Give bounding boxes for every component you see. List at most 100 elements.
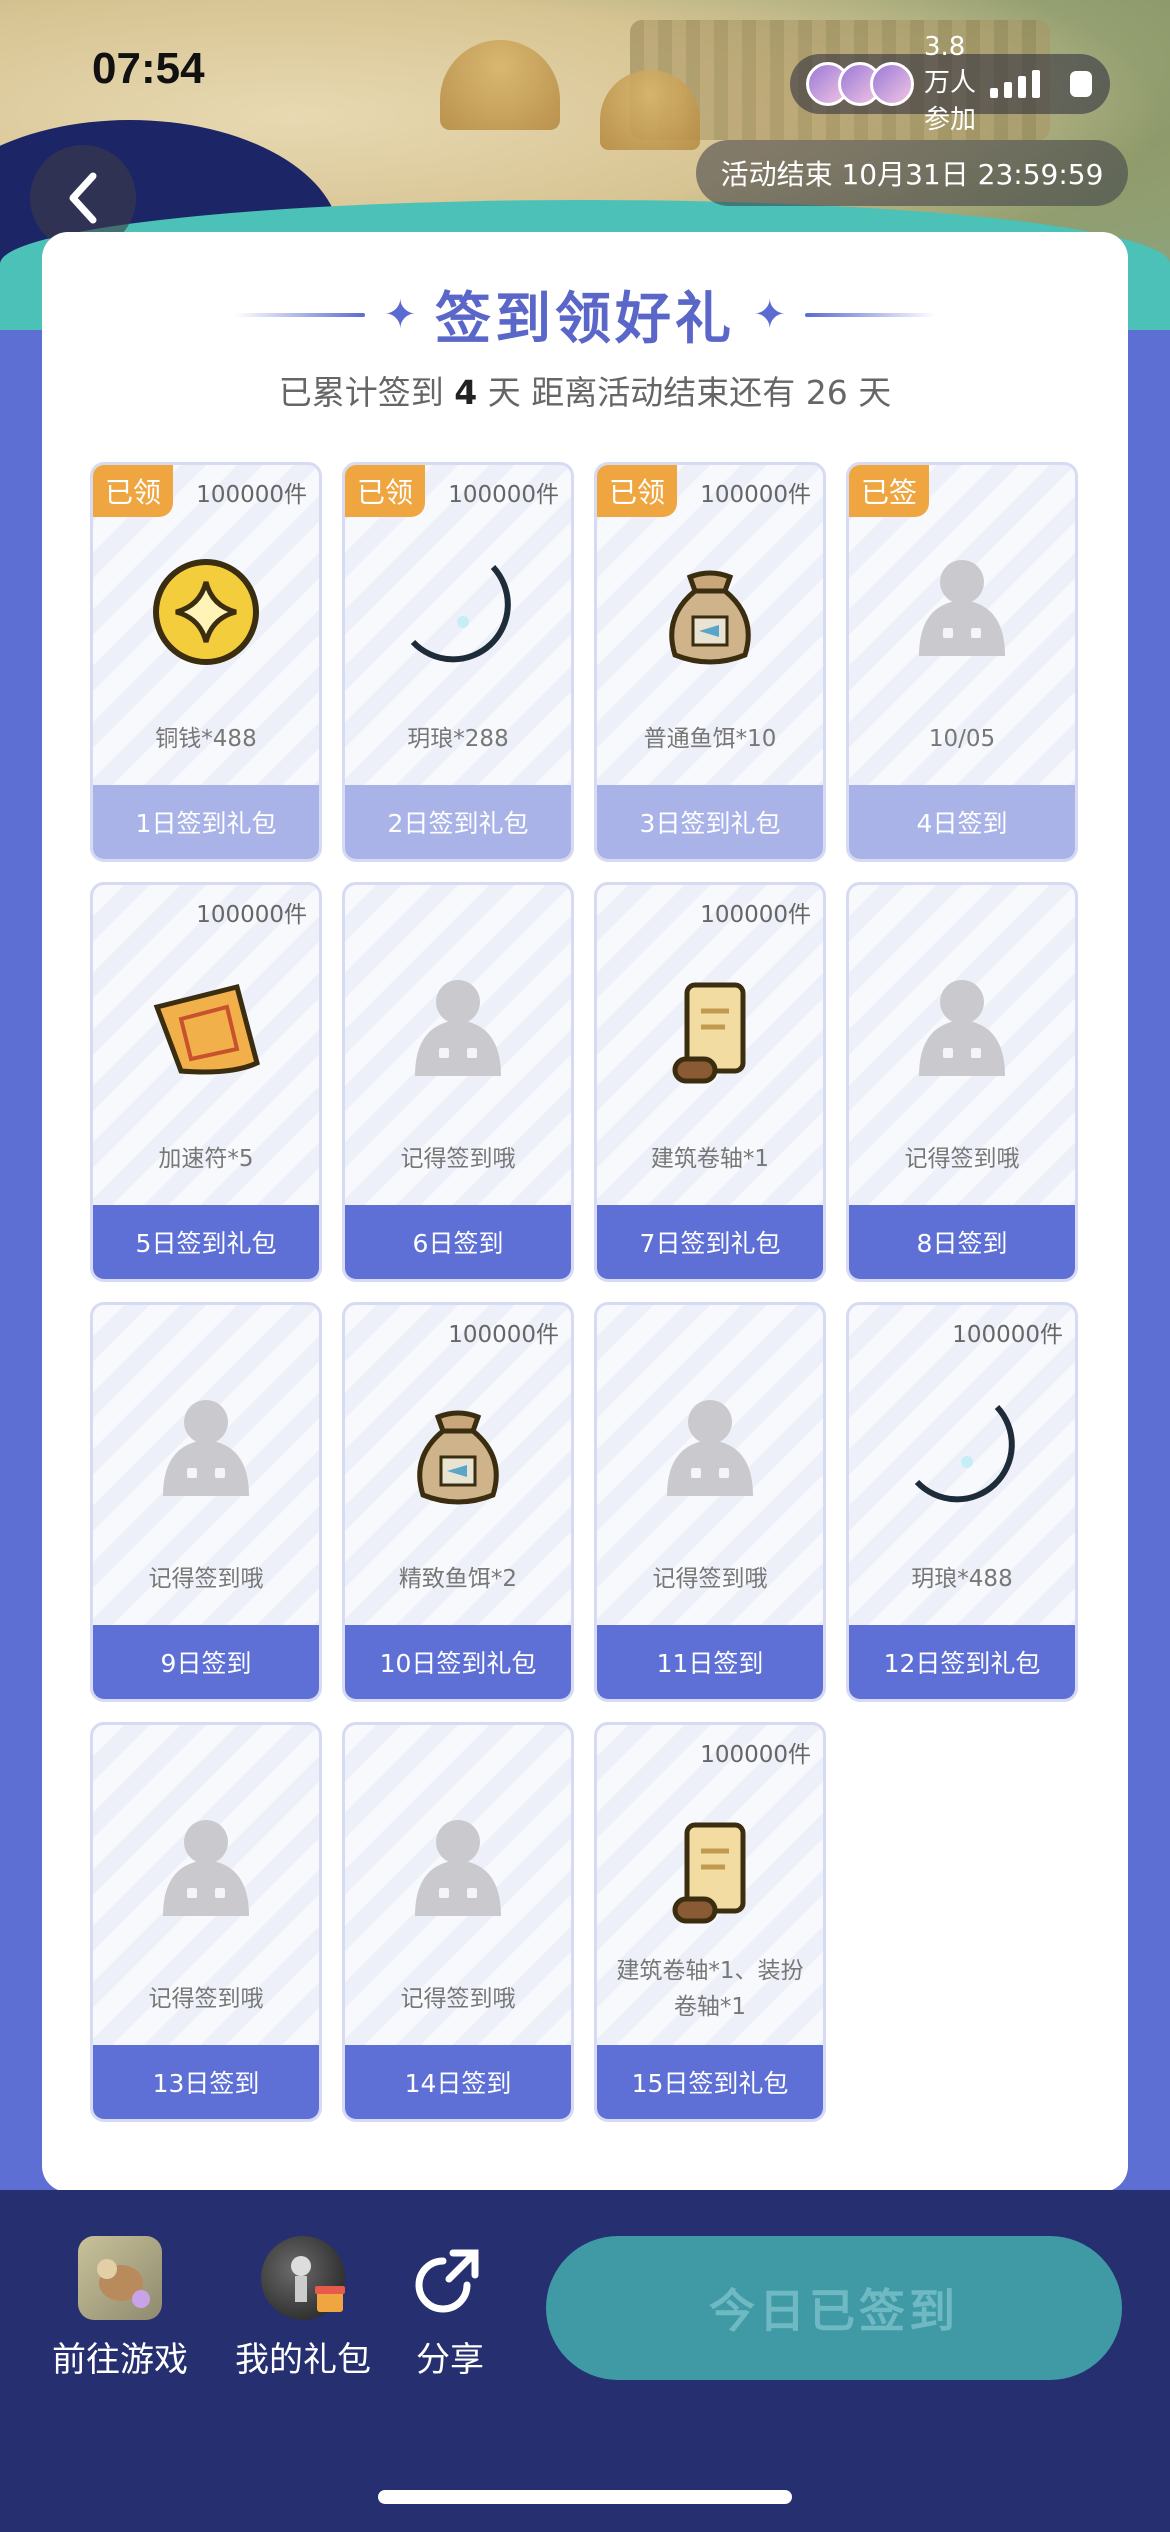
reward-name: 记得签到哦	[400, 1146, 516, 1172]
bait-bag-icon	[645, 547, 775, 677]
day-label: 11日签到	[597, 1625, 823, 1699]
reward-name: 记得签到哦	[652, 1566, 768, 1592]
day-label: 3日签到礼包	[597, 785, 823, 859]
stock-count: 100000件	[700, 1742, 811, 1768]
stock-count: 100000件	[196, 482, 307, 508]
reward-name: 记得签到哦	[148, 1986, 264, 2012]
placeholder-figure-icon	[897, 547, 1027, 677]
reward-name: 玥琅*288	[407, 726, 509, 752]
scroll-icon	[645, 1807, 775, 1937]
day-label: 1日签到礼包	[93, 785, 319, 859]
share-icon	[408, 2236, 492, 2320]
sparkle-icon: ✦	[753, 291, 787, 338]
reward-tile[interactable]: 记得签到哦 11日签到	[594, 1302, 826, 1702]
stock-count: 100000件	[448, 482, 559, 508]
chevron-left-icon	[69, 172, 97, 224]
claimed-badge: 已领	[345, 465, 425, 517]
share-button[interactable]: 分享	[380, 2236, 520, 2381]
reward-tile[interactable]: 已领 100000件普通鱼饵*10 3日签到礼包	[594, 462, 826, 862]
signed-today-button[interactable]: 今日已签到	[546, 2236, 1122, 2380]
avatar-group	[806, 62, 914, 106]
crescent-gem-icon	[897, 1387, 1027, 1517]
battery-icon	[1069, 71, 1092, 97]
bait-bag-icon	[393, 1387, 523, 1517]
reward-name: 建筑卷轴*1、装扮卷轴*1	[616, 1958, 804, 2020]
participants-pill: 3.8万人参加	[790, 32, 1110, 135]
placeholder-figure-icon	[393, 1807, 523, 1937]
signal-icon	[989, 70, 1040, 98]
stock-count: 100000件	[196, 902, 307, 928]
day-label: 12日签到礼包	[849, 1625, 1075, 1699]
my-gifts-button[interactable]: 我的礼包	[228, 2236, 378, 2381]
sparkle-icon: ✦	[383, 291, 417, 338]
checkin-card: ✦ 签到领好礼 ✦ 已累计签到 4 天 距离活动结束还有 26 天 已领 1000…	[42, 232, 1128, 2192]
reward-name: 精致鱼饵*2	[398, 1566, 518, 1592]
reward-tile[interactable]: 记得签到哦 9日签到	[90, 1302, 322, 1702]
day-label: 2日签到礼包	[345, 785, 571, 859]
stock-count: 100000件	[700, 902, 811, 928]
title-decoration	[235, 312, 366, 317]
coin-icon	[141, 547, 271, 677]
day-label: 14日签到	[345, 2045, 571, 2119]
page-title: 签到领好礼	[435, 287, 735, 352]
placeholder-figure-icon	[141, 1807, 271, 1937]
crescent-gem-icon	[393, 547, 523, 677]
reward-tile[interactable]: 记得签到哦 6日签到	[342, 882, 574, 1282]
day-label: 7日签到礼包	[597, 1205, 823, 1279]
stock-count: 100000件	[952, 1322, 1063, 1348]
signed-days-count: 4	[454, 373, 478, 412]
reward-name: 铜钱*488	[155, 726, 257, 752]
day-label: 13日签到	[93, 2045, 319, 2119]
reward-tile[interactable]: 记得签到哦 13日签到	[90, 1722, 322, 2122]
reward-name: 记得签到哦	[904, 1146, 1020, 1172]
reward-name: 建筑卷轴*1	[650, 1146, 770, 1172]
card-title-row: ✦ 签到领好礼 ✦	[42, 274, 1128, 355]
checkin-summary: 已累计签到 4 天 距离活动结束还有 26 天	[278, 373, 892, 412]
claimed-badge: 已签	[849, 465, 929, 517]
reward-tile[interactable]: 已签 10/05 4日签到	[846, 462, 1078, 862]
stock-count: 100000件	[700, 482, 811, 508]
status-time: 07:54	[92, 44, 205, 93]
placeholder-figure-icon	[645, 1387, 775, 1517]
reward-name: 记得签到哦	[400, 1986, 516, 2012]
reward-tile[interactable]: 100000件加速符*5 5日签到礼包	[90, 882, 322, 1282]
day-label: 5日签到礼包	[93, 1205, 319, 1279]
scroll-icon	[645, 967, 775, 1097]
claimed-badge: 已领	[597, 465, 677, 517]
day-label: 6日签到	[345, 1205, 571, 1279]
reward-tile[interactable]: 100000件建筑卷轴*1、装扮卷轴*1 15日签到礼包	[594, 1722, 826, 2122]
reward-name: 记得签到哦	[148, 1566, 264, 1592]
reward-tile[interactable]: 已领 100000件铜钱*488 1日签到礼包	[90, 462, 322, 862]
hut-graphic	[440, 40, 560, 130]
game-app-icon	[78, 2236, 162, 2320]
placeholder-figure-icon	[897, 967, 1027, 1097]
day-label: 15日签到礼包	[597, 2045, 823, 2119]
avatar	[870, 62, 914, 106]
reward-tile[interactable]: 100000件建筑卷轴*1 7日签到礼包	[594, 882, 826, 1282]
day-label: 10日签到礼包	[345, 1625, 571, 1699]
stock-count: 100000件	[448, 1322, 559, 1348]
go-to-game-button[interactable]: 前往游戏	[45, 2236, 195, 2381]
activity-end-time: 活动结束 10月31日 23:59:59	[696, 140, 1128, 206]
reward-name: 普通鱼饵*10	[643, 726, 777, 752]
claimed-badge: 已领	[93, 465, 173, 517]
talisman-icon	[141, 967, 271, 1097]
reward-tile[interactable]: 记得签到哦 8日签到	[846, 882, 1078, 1282]
reward-grid: 已领 100000件 铜钱*488 1日签到礼包 已领 100000件 玥琅*288 2日签到…	[90, 462, 1078, 2122]
day-label: 8日签到	[849, 1205, 1075, 1279]
placeholder-figure-icon	[393, 967, 523, 1097]
title-decoration	[804, 312, 935, 317]
reward-tile[interactable]: 100000件精致鱼饵*2 10日签到礼包	[342, 1302, 574, 1702]
home-indicator	[378, 2490, 792, 2504]
reward-tile[interactable]: 记得签到哦 14日签到	[342, 1722, 574, 2122]
participants-count: 3.8万人参加	[924, 32, 977, 135]
day-label: 9日签到	[93, 1625, 319, 1699]
reward-tile[interactable]: 100000件玥琅*488 12日签到礼包	[846, 1302, 1078, 1702]
reward-name: 玥琅*488	[911, 1566, 1013, 1592]
placeholder-figure-icon	[141, 1387, 271, 1517]
reward-name: 10/05	[928, 726, 996, 752]
avatar	[261, 2236, 345, 2320]
reward-tile[interactable]: 已领 100000件玥琅*288 2日签到礼包	[342, 462, 574, 862]
day-label: 4日签到	[849, 785, 1075, 859]
reward-name: 加速符*5	[158, 1146, 254, 1172]
